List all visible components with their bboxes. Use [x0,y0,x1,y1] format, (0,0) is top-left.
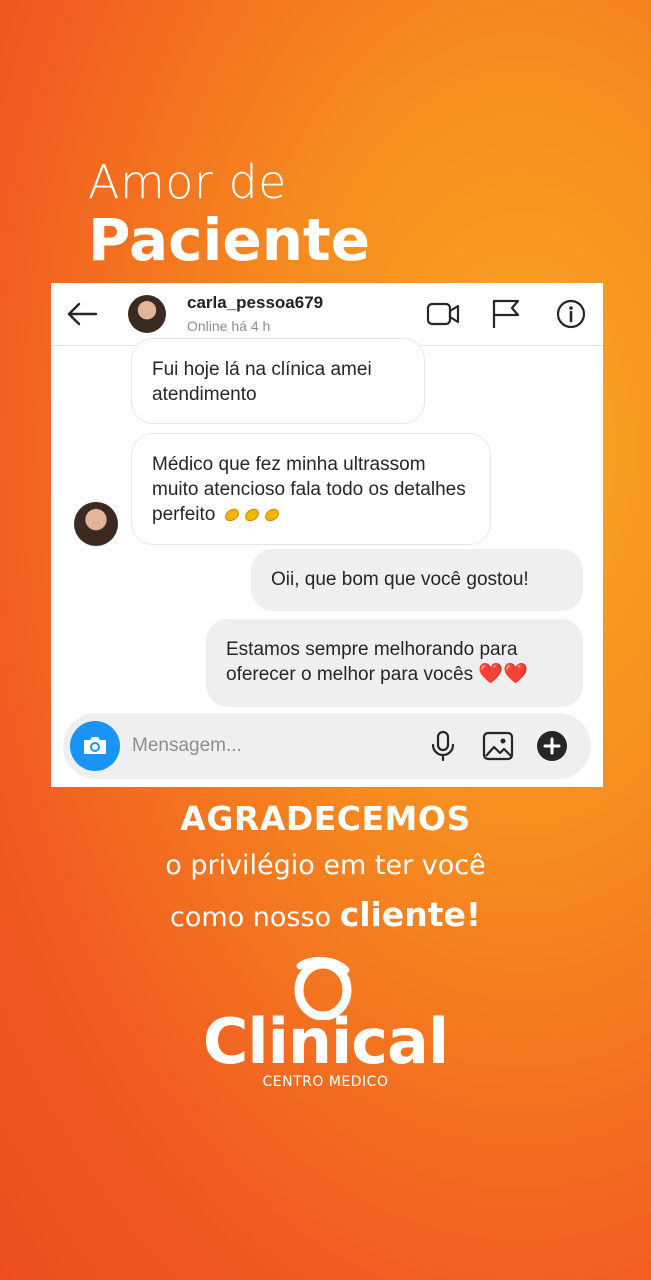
chat-username[interactable]: carla_pessoa679 [187,293,323,313]
camera-icon [84,737,106,754]
headline-line1: Amor de [88,155,287,209]
clapping-hands-emoji-icon [224,508,239,522]
camera-button[interactable] [70,721,120,771]
info-icon[interactable] [554,298,588,330]
chat-header: carla_pessoa679 Online há 4 h [51,283,603,346]
message-bubble: Oii, que bom que você gostou! [251,549,583,611]
clapping-hands-emoji-icon [244,508,259,522]
headline: Amor de Paciente [88,155,370,271]
avatar[interactable] [128,295,166,333]
video-camera-icon[interactable] [426,298,460,330]
gallery-icon[interactable] [481,729,515,763]
message-bubble: Fui hoje lá na clínica amei atendimento [131,338,425,424]
back-arrow-icon[interactable] [65,299,99,329]
sender-avatar[interactable] [74,502,118,546]
thanks-heading: AGRADECEMOS [180,799,471,838]
brand-name: Clinical [202,1005,449,1078]
message-input[interactable]: Mensagem... [132,735,242,757]
microphone-icon[interactable] [426,729,460,763]
message-bubble: Estamos sempre melhorando para oferecer … [206,619,583,707]
flag-icon[interactable] [489,298,523,330]
message-text: Médico que fez minha ultrassom muito ate… [152,454,466,525]
chat-screenshot: carla_pessoa679 Online há 4 h Fui hoje l… [51,283,603,787]
message-text: Fui hoje lá na clínica amei atendimento [152,359,372,405]
thanks-line: o privilégio em ter você [165,850,486,881]
message-text: Oii, que bom que você gostou! [271,569,529,590]
message-input-bar: Mensagem... [63,713,591,779]
plus-circle-icon[interactable] [535,729,569,763]
thanks-line: como nosso cliente! [0,895,651,934]
message-text: Estamos sempre melhorando para oferecer … [226,639,518,685]
clapping-hands-emoji-icon [264,508,279,522]
thanks-prefix: como nosso [170,902,332,933]
headline-line2: Paciente [88,206,371,274]
heart-emoji: ❤️❤️ [478,663,529,685]
message-bubble: Médico que fez minha ultrassom muito ate… [131,433,491,545]
thanks-emphasis: cliente! [339,895,481,934]
brand-subtitle: CENTRO MEDICO [262,1074,389,1090]
chat-status: Online há 4 h [187,318,271,334]
